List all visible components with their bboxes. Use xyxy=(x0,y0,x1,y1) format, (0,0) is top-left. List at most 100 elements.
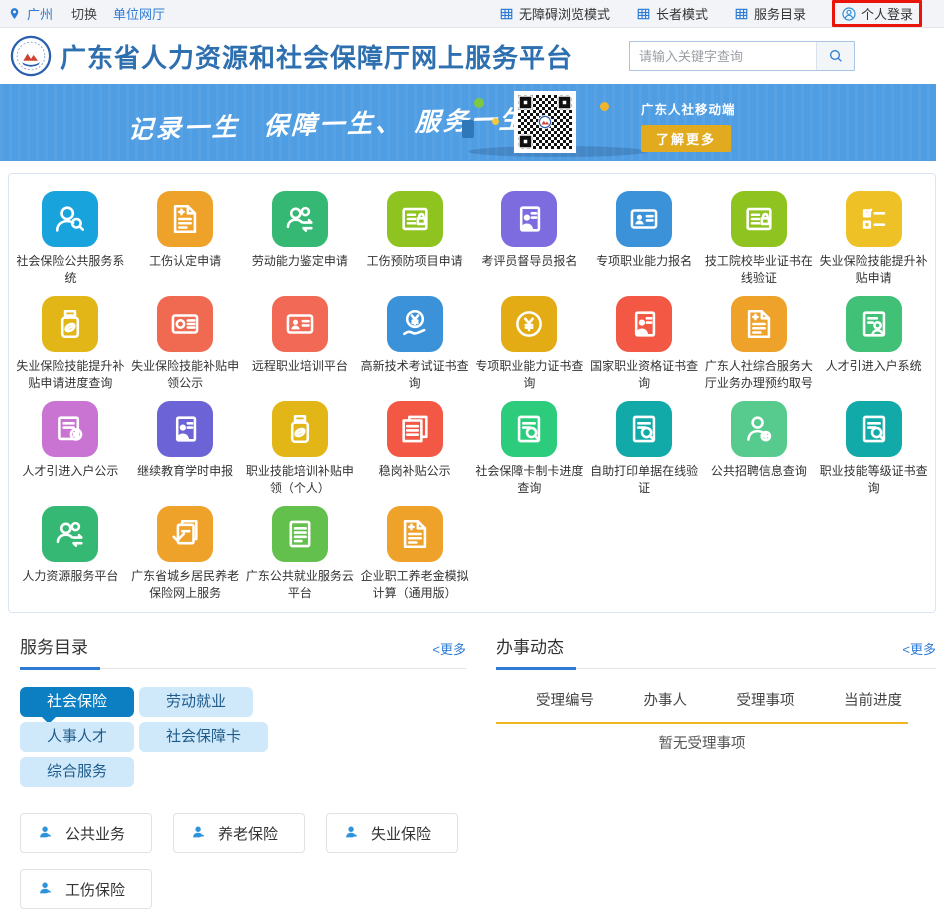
service-item[interactable]: 国家职业资格证书查询 xyxy=(587,296,702,392)
catalog-tab[interactable]: 人事人才 xyxy=(20,722,134,752)
service-item[interactable]: 失业保险技能提升补贴申请进度查询 xyxy=(13,296,128,392)
service-item[interactable]: 职业技能培训补贴申领（个人） xyxy=(243,401,358,497)
service-item[interactable]: 稳岗补贴公示 xyxy=(357,401,472,497)
catalog-tab[interactable]: 社会保险 xyxy=(20,687,134,717)
services-card: 社会保险公共服务系统 工伤认定申请 劳动能力鉴定申请 工伤预防项目申请 考评员督… xyxy=(8,173,936,613)
city-selector[interactable]: 广州 xyxy=(27,4,53,23)
doc-money-icon xyxy=(42,401,98,457)
switch-city-link[interactable]: 切换 xyxy=(71,4,97,23)
banner-deco-dot xyxy=(492,118,499,125)
site-header: 广东省人力资源和社会保障厅网上服务平台 xyxy=(0,28,944,84)
service-item[interactable]: 失业保险技能补贴申领公示 xyxy=(128,296,243,392)
service-catalog-link[interactable]: 服务目录 xyxy=(734,4,806,23)
service-item[interactable]: 失业保险技能提升补贴申请 xyxy=(816,191,931,287)
search-icon xyxy=(828,48,844,64)
service-item[interactable]: 职业技能等级证书查询 xyxy=(816,401,931,497)
accessibility-mode-link[interactable]: 无障碍浏览模式 xyxy=(499,4,610,23)
catalog-tabs: 社会保险劳动就业人事人才社会保障卡综合服务 xyxy=(20,687,370,787)
doc-search-icon xyxy=(501,401,557,457)
bottom-section: 服务目录 <更多 社会保险劳动就业人事人才社会保障卡综合服务 公共业务 养老保险… xyxy=(0,633,944,909)
doc-user-icon xyxy=(846,296,902,352)
service-item[interactable]: 考评员督导员报名 xyxy=(472,191,587,287)
page-title: 广东省人力资源和社会保障厅网上服务平台 xyxy=(60,38,573,75)
yen-circle-icon xyxy=(501,296,557,352)
service-item[interactable]: 企业职工养老金模拟计算（通用版） xyxy=(357,506,472,602)
service-item[interactable]: 专项职业能力报名 xyxy=(587,191,702,287)
service-item[interactable]: 专项职业能力证书查询 xyxy=(472,296,587,392)
doc-plus-icon xyxy=(731,296,787,352)
section-title-service-catalog: 服务目录 xyxy=(20,633,88,658)
service-item[interactable]: 社会保险公共服务系统 xyxy=(13,191,128,287)
service-catalog-more-link[interactable]: <更多 xyxy=(432,639,466,658)
unit-hall-link[interactable]: 单位网厅 xyxy=(113,4,165,23)
column-header: 当前进度 xyxy=(844,689,902,710)
category-button[interactable]: 失业保险 xyxy=(326,813,458,853)
personal-login-button[interactable]: 个人登录 xyxy=(832,0,922,27)
service-item[interactable]: 公共招聘信息查询 xyxy=(702,401,817,497)
bottle-icon xyxy=(42,296,98,352)
doc-plus-icon xyxy=(387,506,443,562)
category-button[interactable]: 工伤保险 xyxy=(20,869,152,909)
service-item[interactable]: 广东人社综合服务大厅业务办理预约取号 xyxy=(702,296,817,392)
service-item[interactable]: 继续教育学时申报 xyxy=(128,401,243,497)
activity-more-link[interactable]: <更多 xyxy=(902,639,936,658)
catalog-tab[interactable]: 综合服务 xyxy=(20,757,134,787)
person-icon xyxy=(191,825,208,842)
doc-search-icon xyxy=(616,401,672,457)
table-underline xyxy=(496,722,908,724)
doc-stack-icon xyxy=(387,401,443,457)
empty-state-text: 暂无受理事项 xyxy=(496,732,908,753)
people-arrows-icon xyxy=(42,506,98,562)
service-item[interactable]: 远程职业培训平台 xyxy=(243,296,358,392)
service-item[interactable]: 社会保障卡制卡进度查询 xyxy=(472,401,587,497)
search-input[interactable] xyxy=(630,42,816,70)
person-icon xyxy=(38,825,55,842)
bottle-icon xyxy=(272,401,328,457)
banner-deco-dot xyxy=(600,102,609,111)
user-circle-icon xyxy=(841,6,857,22)
cards-check-icon xyxy=(157,506,213,562)
doc-lock-icon xyxy=(731,191,787,247)
app-label: 广东人社移动端 xyxy=(641,99,736,118)
person-icon xyxy=(38,881,55,898)
grid-icon xyxy=(499,7,514,21)
id-card-icon xyxy=(272,296,328,352)
person-badge-icon xyxy=(731,401,787,457)
service-item[interactable]: 广东省城乡居民养老保险网上服务 xyxy=(128,506,243,602)
service-item[interactable]: 工伤认定申请 xyxy=(128,191,243,287)
column-header: 受理事项 xyxy=(737,689,795,710)
activity-table-header: 受理编号办事人受理事项当前进度 xyxy=(496,689,936,710)
catalog-categories: 公共业务 养老保险 失业保险 工伤保险 xyxy=(20,813,466,909)
service-item[interactable]: 工伤预防项目申请 xyxy=(357,191,472,287)
column-header: 受理编号 xyxy=(536,689,594,710)
doc-lock-icon xyxy=(387,191,443,247)
service-item[interactable]: 广东公共就业服务云平台 xyxy=(243,506,358,602)
service-item[interactable]: 人才引进入户公示 xyxy=(13,401,128,497)
service-item[interactable]: 技工院校毕业证书在线验证 xyxy=(702,191,817,287)
catalog-tab[interactable]: 劳动就业 xyxy=(139,687,253,717)
topbar: 广州 切换 单位网厅 无障碍浏览模式 长者模式 服务目录 个人登录 xyxy=(0,0,944,28)
banner-deco-phone xyxy=(462,120,474,138)
service-item[interactable]: 人才引进入户系统 xyxy=(816,296,931,392)
person-doc-icon xyxy=(157,401,213,457)
catalog-tab[interactable]: 社会保障卡 xyxy=(139,722,268,752)
doc-icon xyxy=(272,506,328,562)
category-button[interactable]: 公共业务 xyxy=(20,813,152,853)
grid-icon xyxy=(636,7,651,21)
grid-icon xyxy=(734,7,749,21)
yen-hand-icon xyxy=(387,296,443,352)
location-pin-icon xyxy=(8,6,21,21)
learn-more-button[interactable]: 了解更多 xyxy=(641,125,731,152)
category-button[interactable]: 养老保险 xyxy=(173,813,305,853)
id-card-icon xyxy=(616,191,672,247)
search-button[interactable] xyxy=(816,42,854,70)
person-icon xyxy=(344,825,361,842)
elder-mode-link[interactable]: 长者模式 xyxy=(636,4,708,23)
service-item[interactable]: 人力资源服务平台 xyxy=(13,506,128,602)
service-item[interactable]: 高新技术考试证书查询 xyxy=(357,296,472,392)
service-item[interactable]: 劳动能力鉴定申请 xyxy=(243,191,358,287)
person-doc-icon xyxy=(616,296,672,352)
banner-deco-dot xyxy=(474,98,484,108)
site-logo xyxy=(10,35,52,77)
service-item[interactable]: 自助打印单据在线验证 xyxy=(587,401,702,497)
